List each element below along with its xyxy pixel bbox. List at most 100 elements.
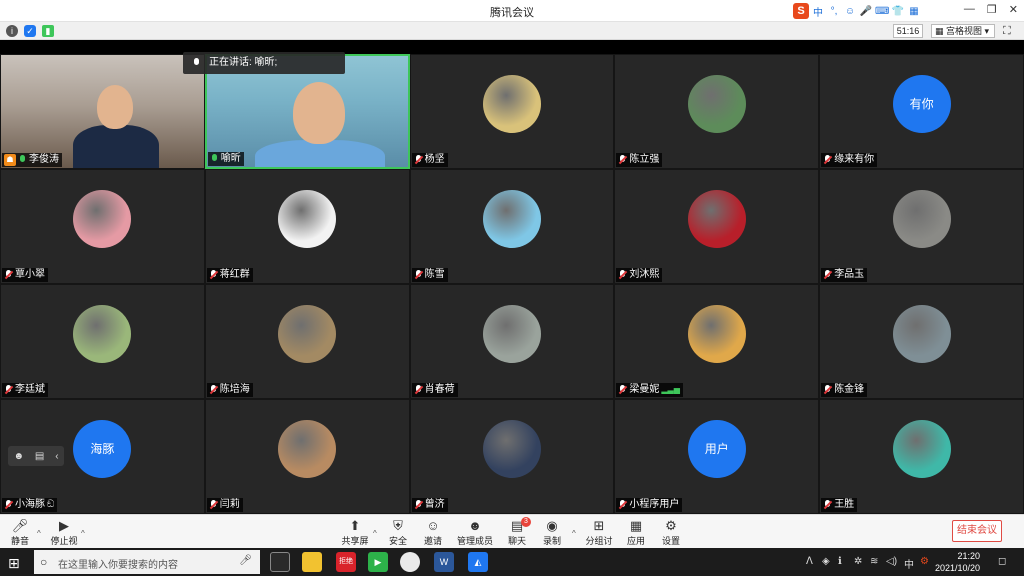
participant-tile[interactable]: 肖春荷: [409, 284, 615, 399]
mic-muted-icon: [823, 155, 832, 165]
share-options-caret[interactable]: ^: [373, 529, 377, 538]
microphone-icon[interactable]: 🎤︎: [239, 555, 252, 566]
ime-toolbox-icon[interactable]: ▦: [907, 6, 921, 17]
chat-bubble-icon[interactable]: ▤: [35, 451, 44, 462]
end-meeting-button[interactable]: 结束会议: [952, 520, 1002, 542]
restore-button[interactable]: ❐: [987, 3, 997, 16]
participant-tile[interactable]: 陈立强: [614, 54, 820, 169]
participant-tile[interactable]: 陈培海: [204, 284, 410, 399]
mic-muted-icon: [4, 270, 13, 280]
participant-tile[interactable]: 李廷斌: [0, 284, 205, 399]
mic-icon: [210, 154, 219, 164]
participant-name-tag: 陈立强: [616, 153, 663, 167]
participant-avatar: [278, 189, 337, 248]
info-icon[interactable]: i: [6, 25, 18, 37]
settings-button[interactable]: ⚙ 设置: [661, 518, 681, 547]
participant-name: 肖春荷: [424, 384, 455, 395]
tray-info-icon[interactable]: ℹ: [838, 556, 842, 567]
windows-start-icon[interactable]: ⊞: [8, 555, 20, 572]
participant-tile[interactable]: 有你 缘来有你: [819, 54, 1024, 169]
microphone-icon: 🎤︎: [11, 518, 29, 533]
record-options-caret[interactable]: ^: [572, 529, 576, 538]
taskbar-search-box[interactable]: ○ 在这里输入你要搜索的内容 🎤︎: [34, 550, 260, 574]
meeting-info-bar: i ✓ ▮ 51:16 ▦ 宫格视图 ▾ ⛶: [0, 22, 1024, 40]
participant-name-tag: 蒋红群: [206, 268, 253, 282]
participant-tile[interactable]: 陈金锋: [819, 284, 1024, 399]
tray-ime-indicator[interactable]: 中: [904, 556, 914, 571]
meeting-timer: 51:16: [893, 24, 923, 38]
signal-icon[interactable]: ▮: [42, 25, 54, 37]
minimize-button[interactable]: —: [964, 3, 975, 16]
tray-sogou-icon[interactable]: ⚙: [920, 556, 929, 567]
participant-avatar: [482, 304, 541, 363]
file-explorer-icon[interactable]: [302, 552, 322, 572]
participant-tile[interactable]: 覃小翠: [0, 169, 205, 284]
video-person-head: [97, 85, 133, 129]
collapse-icon[interactable]: ‹: [55, 451, 58, 462]
app-red-icon[interactable]: 拒绝: [336, 552, 356, 572]
tray-security-icon[interactable]: ◈: [822, 556, 830, 567]
camera-icon: ▶︎: [59, 518, 69, 533]
security-button[interactable]: ⛨ 安全: [388, 518, 408, 547]
members-icon: ☻: [468, 518, 482, 533]
emoji-icon[interactable]: ☻: [13, 451, 24, 462]
participant-name: 王胜: [834, 499, 855, 510]
view-mode-select[interactable]: ▦ 宫格视图 ▾: [931, 24, 995, 38]
search-placeholder: 在这里输入你要搜索的内容: [58, 560, 178, 571]
add-user-icon: ☺: [426, 518, 440, 533]
ime-punct-toggle[interactable]: °,: [827, 6, 841, 17]
ime-emoji-icon[interactable]: ☺: [843, 6, 857, 17]
tray-bluetooth-icon[interactable]: ✲: [854, 556, 862, 567]
participant-tile[interactable]: 王胜: [819, 399, 1024, 514]
video-person-body: [73, 125, 159, 168]
participant-tile[interactable]: 用户 小程序用户: [614, 399, 820, 514]
participant-name: 杨坚: [424, 154, 445, 165]
tray-expand-icon[interactable]: ᐱ: [806, 556, 813, 567]
taskbar-clock[interactable]: 21:20 2021/10/20: [930, 550, 980, 574]
chrome-icon[interactable]: [400, 552, 420, 572]
mute-button[interactable]: 🎤︎ 静音: [8, 518, 32, 547]
participant-name: 陈立强: [629, 154, 660, 165]
video-options-caret[interactable]: ^: [81, 529, 85, 538]
participant-tile[interactable]: 蒋红群: [204, 169, 410, 284]
participant-tile[interactable]: 闫莉: [204, 399, 410, 514]
participant-name-tag: 小程序用户: [616, 498, 683, 512]
mic-muted-icon: [209, 500, 218, 510]
search-icon: ○: [40, 555, 48, 569]
participant-name-tag: 梁曼妮 ▂▃▅: [616, 383, 683, 397]
participant-tile[interactable]: 曾济: [409, 399, 615, 514]
view-mode-label: 宫格视图: [946, 26, 983, 36]
mute-options-caret[interactable]: ^: [37, 529, 41, 538]
ime-skin-icon[interactable]: 👕: [891, 6, 905, 17]
fullscreen-icon[interactable]: ⛶: [1003, 25, 1011, 38]
apps-grid-icon: ▦: [629, 518, 643, 533]
ime-voice-icon[interactable]: 🎤: [859, 6, 873, 17]
participant-name-tag: 杨坚: [411, 153, 448, 167]
sogou-logo-icon[interactable]: S: [793, 3, 809, 19]
word-icon[interactable]: W: [434, 552, 454, 572]
participant-tile[interactable]: 李品玉: [819, 169, 1024, 284]
ime-keyboard-icon[interactable]: ⌨: [875, 6, 889, 17]
invite-button[interactable]: ☺ 邀请: [422, 518, 444, 547]
participant-tile[interactable]: 杨坚: [409, 54, 615, 169]
mic-muted-icon: [618, 270, 627, 280]
participant-tile[interactable]: 刘沐熙: [614, 169, 820, 284]
participant-tile[interactable]: 陈雪: [409, 169, 615, 284]
ime-lang-toggle[interactable]: 中: [811, 4, 825, 19]
tray-volume-icon[interactable]: ◁): [886, 556, 897, 567]
ime-toolbar[interactable]: S 中 °, ☺ 🎤 ⌨ 👕 ▦: [793, 3, 921, 19]
shield-icon[interactable]: ✓: [24, 25, 36, 37]
participant-tile[interactable]: ☗ 李俊涛: [0, 54, 205, 169]
notification-icon[interactable]: ◻: [998, 556, 1006, 567]
clock-date: 2021/10/20: [934, 563, 980, 573]
apps-button[interactable]: ▦ 应用: [626, 518, 646, 547]
tencent-meeting-icon[interactable]: ◭: [468, 552, 488, 572]
task-view-icon[interactable]: [270, 552, 290, 572]
record-button[interactable]: ◉ 录制: [542, 518, 562, 547]
speaking-banner: 正在讲话: 喻昕;: [183, 52, 345, 74]
tray-network-icon[interactable]: ≋: [870, 556, 878, 567]
chat-button[interactable]: ▤ 3 聊天: [507, 517, 531, 547]
close-button[interactable]: ✕: [1009, 3, 1018, 16]
play-store-icon[interactable]: ▶: [368, 552, 388, 572]
participant-tile[interactable]: 梁曼妮 ▂▃▅: [614, 284, 820, 399]
